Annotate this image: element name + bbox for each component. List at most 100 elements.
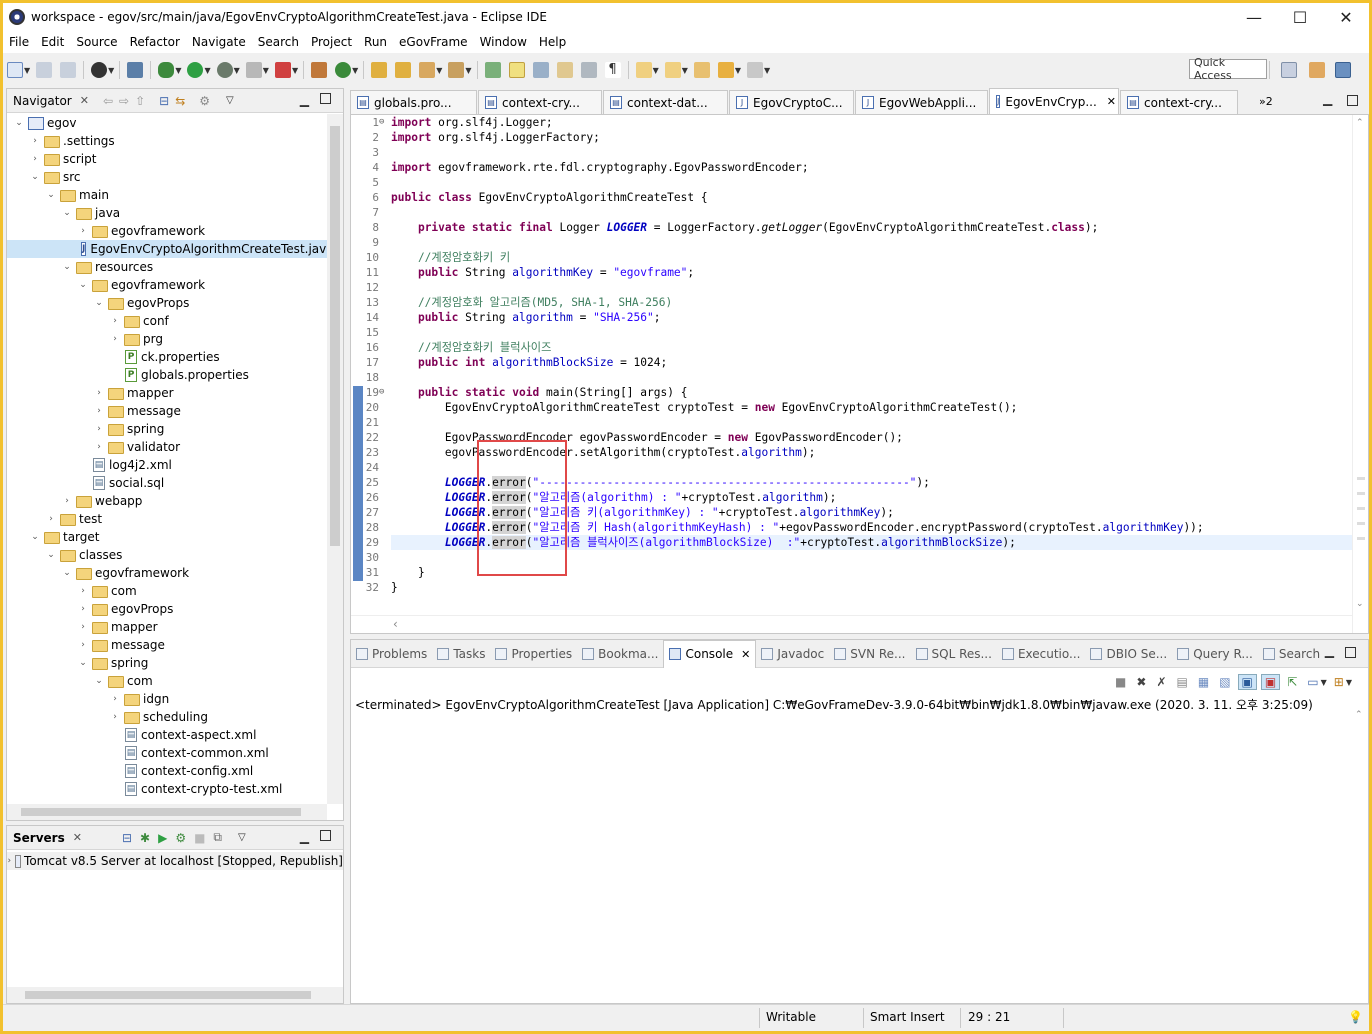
collapse-all-icon[interactable]: ⊟ bbox=[159, 94, 169, 108]
navigator-item[interactable]: Pglobals.properties bbox=[7, 366, 327, 384]
menu-window[interactable]: Window bbox=[474, 35, 533, 49]
server-stop-icon[interactable]: ■ bbox=[194, 831, 205, 845]
fold-toggle-icon[interactable]: ⊖ bbox=[379, 385, 384, 400]
chevron-down-icon[interactable]: ⌄ bbox=[93, 298, 105, 308]
navigator-item[interactable]: › scheduling bbox=[7, 708, 327, 726]
code-line[interactable]: 3 bbox=[372, 145, 1352, 160]
chevron-right-icon[interactable]: › bbox=[29, 136, 41, 146]
console-vscrollbar[interactable]: ⌃ bbox=[1352, 706, 1368, 987]
navigator-item[interactable]: Pck.properties bbox=[7, 348, 327, 366]
code-line[interactable]: 4 import egovframework.rte.fdl.cryptograp… bbox=[372, 160, 1352, 175]
editor-tab[interactable]: J EgovEnvCryp... ✕ bbox=[989, 88, 1119, 114]
code-line[interactable]: 10 //계정암호화키 키 bbox=[366, 250, 1352, 265]
new-icon[interactable] bbox=[7, 62, 23, 78]
code-line[interactable]: 19 ⊖ public static void main(String[] arg… bbox=[366, 385, 1352, 400]
chevron-right-icon[interactable]: › bbox=[93, 388, 105, 398]
bottom-tab[interactable]: Tasks bbox=[432, 647, 490, 661]
chevron-right-icon[interactable]: › bbox=[109, 334, 121, 344]
open-console-icon[interactable]: ⊞ bbox=[1334, 675, 1344, 689]
menu-search[interactable]: Search bbox=[252, 35, 305, 49]
servers-title[interactable]: Servers bbox=[7, 831, 65, 845]
navigator-item[interactable]: ⌄ java bbox=[7, 204, 327, 222]
open-type-icon[interactable] bbox=[395, 62, 412, 78]
navigator-item[interactable]: ⌄ spring bbox=[7, 654, 327, 672]
navigator-item[interactable]: › .settings bbox=[7, 132, 327, 150]
navigator-item[interactable]: ▤ context-crypto-test.xml bbox=[7, 780, 327, 798]
search-folder-icon[interactable] bbox=[448, 62, 465, 78]
close-button[interactable]: ✕ bbox=[1323, 3, 1369, 31]
chevron-right-icon[interactable]: › bbox=[77, 604, 89, 614]
console-minimize-icon[interactable]: ▁ bbox=[1325, 644, 1334, 658]
navigator-item[interactable]: ⌄ egovProps bbox=[7, 294, 327, 312]
editor-vscrollbar[interactable]: ⌃ ⌄ bbox=[1352, 115, 1368, 633]
menu-refactor[interactable]: Refactor bbox=[124, 35, 186, 49]
code-line[interactable]: 2 import org.slf4j.LoggerFactory; bbox=[372, 130, 1352, 145]
clear-console-icon[interactable]: ▤ bbox=[1177, 675, 1188, 689]
code-line[interactable]: 5 bbox=[372, 175, 1352, 190]
editor-minimize-icon[interactable]: ▁ bbox=[1323, 92, 1332, 106]
scroll-lock-icon[interactable]: ▦ bbox=[1198, 675, 1209, 689]
navigator-hscroll-thumb[interactable] bbox=[21, 808, 301, 816]
scroll-down-icon[interactable]: ⌄ bbox=[1356, 599, 1364, 609]
chevron-right-icon[interactable]: › bbox=[77, 622, 89, 632]
terminate-icon[interactable]: ■ bbox=[1115, 675, 1126, 689]
console-maximize-icon[interactable] bbox=[1345, 647, 1356, 658]
server-profile-icon[interactable]: ⚙ bbox=[175, 831, 186, 845]
bottom-tab[interactable]: Search bbox=[1258, 647, 1325, 661]
code-line[interactable]: 12 bbox=[366, 280, 1352, 295]
next-annotation-icon[interactable] bbox=[635, 62, 652, 78]
whitespace-icon[interactable] bbox=[580, 62, 597, 78]
code-line[interactable]: 16 //계정암호화키 블럭사이즈 bbox=[366, 340, 1352, 355]
chevron-right-icon[interactable]: › bbox=[77, 640, 89, 650]
chevron-down-icon[interactable]: ⌄ bbox=[13, 118, 25, 128]
servers-maximize-icon[interactable] bbox=[320, 830, 331, 841]
navigator-item[interactable]: ▤ context-config.xml bbox=[7, 762, 327, 780]
save-all-icon[interactable] bbox=[60, 62, 77, 78]
maximize-view-icon[interactable] bbox=[320, 93, 331, 104]
chevron-down-icon[interactable]: ⌄ bbox=[61, 208, 73, 218]
menu-run[interactable]: Run bbox=[358, 35, 393, 49]
editor-tab[interactable]: ▤ context-dat... bbox=[603, 90, 728, 114]
egov-perspective-icon[interactable] bbox=[1335, 62, 1351, 78]
servers-hscroll-thumb[interactable] bbox=[25, 991, 311, 999]
remove-all-icon[interactable]: ✗ bbox=[1156, 675, 1166, 689]
chevron-right-icon[interactable]: › bbox=[109, 694, 121, 704]
chevron-right-icon[interactable]: › bbox=[109, 712, 121, 722]
navigator-item[interactable]: › validator bbox=[7, 438, 327, 456]
code-line[interactable]: 6 public class EgovEnvCryptoAlgorithmCrea… bbox=[372, 190, 1352, 205]
navigator-item[interactable]: › conf bbox=[7, 312, 327, 330]
server-publish-icon[interactable]: ⧉ bbox=[213, 830, 222, 845]
editor-tab[interactable]: J EgovCryptoC... bbox=[729, 90, 854, 114]
menu-edit[interactable]: Edit bbox=[35, 35, 70, 49]
menu-egovframe[interactable]: eGovFrame bbox=[393, 35, 474, 49]
navigator-vscrollbar[interactable] bbox=[327, 114, 343, 804]
new-class-icon[interactable] bbox=[335, 62, 352, 78]
servers-view-menu-icon[interactable]: ▽ bbox=[238, 832, 246, 843]
chevron-down-icon[interactable]: ⌄ bbox=[61, 568, 73, 578]
code-line[interactable]: 32} bbox=[366, 580, 1352, 595]
fold-toggle-icon[interactable]: ⊖ bbox=[379, 115, 384, 130]
navigator-item[interactable]: › test bbox=[7, 510, 327, 528]
navigator-item[interactable]: › com bbox=[7, 582, 327, 600]
link-editor-icon[interactable]: ⇆ bbox=[175, 94, 185, 108]
bottom-tab[interactable]: SQL Res... bbox=[911, 647, 997, 661]
editor-tabs-overflow[interactable]: »2 bbox=[1259, 95, 1273, 108]
back-icon[interactable] bbox=[717, 62, 734, 78]
bottom-tab[interactable]: DBIO Se... bbox=[1085, 647, 1172, 661]
chevron-down-icon[interactable]: ⌄ bbox=[77, 658, 89, 668]
tab-close-icon[interactable]: ✕ bbox=[741, 648, 750, 661]
user-icon[interactable] bbox=[91, 62, 108, 78]
navigator-item[interactable]: › idgn bbox=[7, 690, 327, 708]
maximize-button[interactable]: ☐ bbox=[1277, 3, 1323, 31]
scroll-up-icon[interactable]: ⌃ bbox=[1356, 118, 1364, 128]
remove-launch-icon[interactable]: ✖ bbox=[1136, 675, 1146, 689]
chevron-down-icon[interactable]: ⌄ bbox=[45, 190, 57, 200]
navigator-item[interactable]: ⌄ resources bbox=[7, 258, 327, 276]
quick-access-field[interactable]: Quick Access bbox=[1189, 56, 1267, 82]
chevron-down-icon[interactable]: ⌄ bbox=[45, 550, 57, 560]
chevron-down-icon[interactable]: ⌄ bbox=[93, 676, 105, 686]
pilcrow-icon[interactable]: ¶ bbox=[604, 62, 621, 78]
navigator-item[interactable]: ⌄ egovframework bbox=[7, 276, 327, 294]
bottom-tab[interactable]: Console ✕ bbox=[663, 640, 757, 668]
external-tools-icon[interactable] bbox=[274, 62, 291, 78]
